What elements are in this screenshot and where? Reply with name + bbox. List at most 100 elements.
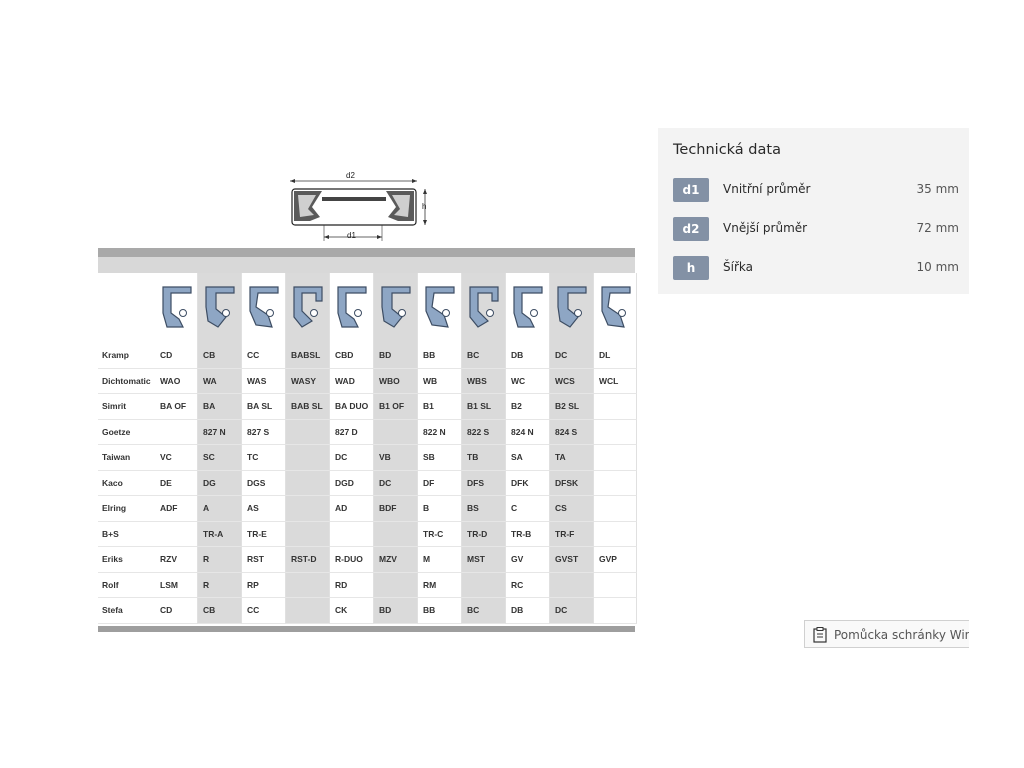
- outer-diameter-label: Vnější průměr: [723, 221, 808, 235]
- table-cell: [594, 521, 637, 547]
- seal-profile-cbd-icon: [337, 286, 367, 328]
- clipboard-helper-tooltip[interactable]: Pomůcka schránky Windows: [804, 620, 969, 648]
- table-cell: B: [418, 496, 462, 522]
- table-cell: AD: [330, 496, 374, 522]
- seal-profile-bd-icon: [381, 286, 411, 328]
- table-cell: BDF: [374, 496, 418, 522]
- table-cell: TR-E: [242, 521, 286, 547]
- profile-column-header: [594, 273, 637, 343]
- seal-profile-cc-icon: [249, 286, 279, 328]
- table-cell: B2: [506, 394, 550, 420]
- table-cell: B1 SL: [462, 394, 506, 420]
- brand-label: Dichtomatic: [98, 369, 155, 394]
- profile-column-header: [374, 273, 418, 343]
- table-cell: VB: [374, 445, 418, 471]
- table-cell: BB: [418, 343, 462, 369]
- seal-profile-dc-icon: [557, 286, 587, 328]
- seal-cross-reference-table: Kramp CD CB CC BABSL CBD BD BB BC DB DC DL Dichtomat…: [98, 248, 637, 632]
- table-cell: VC: [155, 445, 198, 471]
- table-cell: BA: [198, 394, 242, 420]
- table-cell: WAO: [155, 368, 198, 394]
- h-label: h: [422, 202, 426, 211]
- d2-dimension: d2: [290, 171, 417, 183]
- table-cell: SC: [198, 445, 242, 471]
- table-cell: BC: [462, 598, 506, 624]
- table-cell: ADF: [155, 496, 198, 522]
- table-cell: WCS: [550, 368, 594, 394]
- table-cell: [374, 419, 418, 445]
- table-cell: A: [198, 496, 242, 522]
- table-cell: WAS: [242, 368, 286, 394]
- table-cell: 827 D: [330, 419, 374, 445]
- table-cell: WC: [506, 368, 550, 394]
- table-cell: [462, 572, 506, 598]
- profile-column-header: [418, 273, 462, 343]
- table-cell: [155, 419, 198, 445]
- table-cell: TR-C: [418, 521, 462, 547]
- brand-label: Stefa: [98, 598, 155, 624]
- clipboard-helper-text: Pomůcka schránky Windows: [834, 628, 969, 642]
- table-cell: DE: [155, 470, 198, 496]
- profile-column-header: [242, 273, 286, 343]
- table-footer-bar: [98, 626, 635, 632]
- table-cell: [155, 521, 198, 547]
- profile-column-header: [198, 273, 242, 343]
- table-cell: BC: [462, 343, 506, 369]
- table-cell: CD: [155, 343, 198, 369]
- table-cell: [286, 496, 330, 522]
- width-label: Šířka: [723, 260, 753, 274]
- table-cell: [594, 572, 637, 598]
- table-cell: GVP: [594, 547, 637, 573]
- table-cell: [594, 598, 637, 624]
- table-cell: BA OF: [155, 394, 198, 420]
- table-cell: [286, 445, 330, 471]
- inner-diameter-value: 35 mm: [916, 182, 959, 196]
- table-cell: 827 S: [242, 419, 286, 445]
- table-cell: DC: [550, 343, 594, 369]
- seal-profile-babsl-icon: [293, 286, 323, 328]
- table-cell: [286, 470, 330, 496]
- table-cell: RD: [330, 572, 374, 598]
- table-cell: CB: [198, 343, 242, 369]
- table-cell: WBS: [462, 368, 506, 394]
- brand-label: Goetze: [98, 420, 155, 445]
- table-cell: DFS: [462, 470, 506, 496]
- table-cell: CB: [198, 598, 242, 624]
- table-cell: RP: [242, 572, 286, 598]
- table-cell: DB: [506, 343, 550, 369]
- brand-label: Kaco: [98, 471, 155, 496]
- table-cell: WCL: [594, 368, 637, 394]
- table-cell: BB: [418, 598, 462, 624]
- table-cell: [594, 470, 637, 496]
- table-cell: WB: [418, 368, 462, 394]
- table-cell: MST: [462, 547, 506, 573]
- brand-label: Taiwan: [98, 445, 155, 471]
- table-cell: TR-F: [550, 521, 594, 547]
- table-cell: [550, 572, 594, 598]
- panel-title: Technická data: [673, 142, 781, 158]
- table-cell: TA: [550, 445, 594, 471]
- table-cell: C: [506, 496, 550, 522]
- width-value: 10 mm: [916, 260, 959, 274]
- table-cell: RST-D: [286, 547, 330, 573]
- table-cell: WASY: [286, 368, 330, 394]
- brand-label: Simrit: [98, 394, 155, 420]
- table-cell: [374, 521, 418, 547]
- table-cell: MZV: [374, 547, 418, 573]
- table-cell: RC: [506, 572, 550, 598]
- table-cell: DF: [418, 470, 462, 496]
- table-cell: DG: [198, 470, 242, 496]
- table-cell: [374, 572, 418, 598]
- table-cell: DC: [374, 470, 418, 496]
- brand-label: B+S: [98, 522, 155, 547]
- table-cell: WA: [198, 368, 242, 394]
- table-cell: [594, 394, 637, 420]
- table-cell: DFK: [506, 470, 550, 496]
- table-cell: TC: [242, 445, 286, 471]
- table-cell: B2 SL: [550, 394, 594, 420]
- table-cell: R: [198, 572, 242, 598]
- inner-diameter-row: d1 Vnitřní průměr 35 mm: [673, 178, 959, 202]
- table-cell: 824 S: [550, 419, 594, 445]
- table-cell: TR-B: [506, 521, 550, 547]
- table-cell: CC: [242, 598, 286, 624]
